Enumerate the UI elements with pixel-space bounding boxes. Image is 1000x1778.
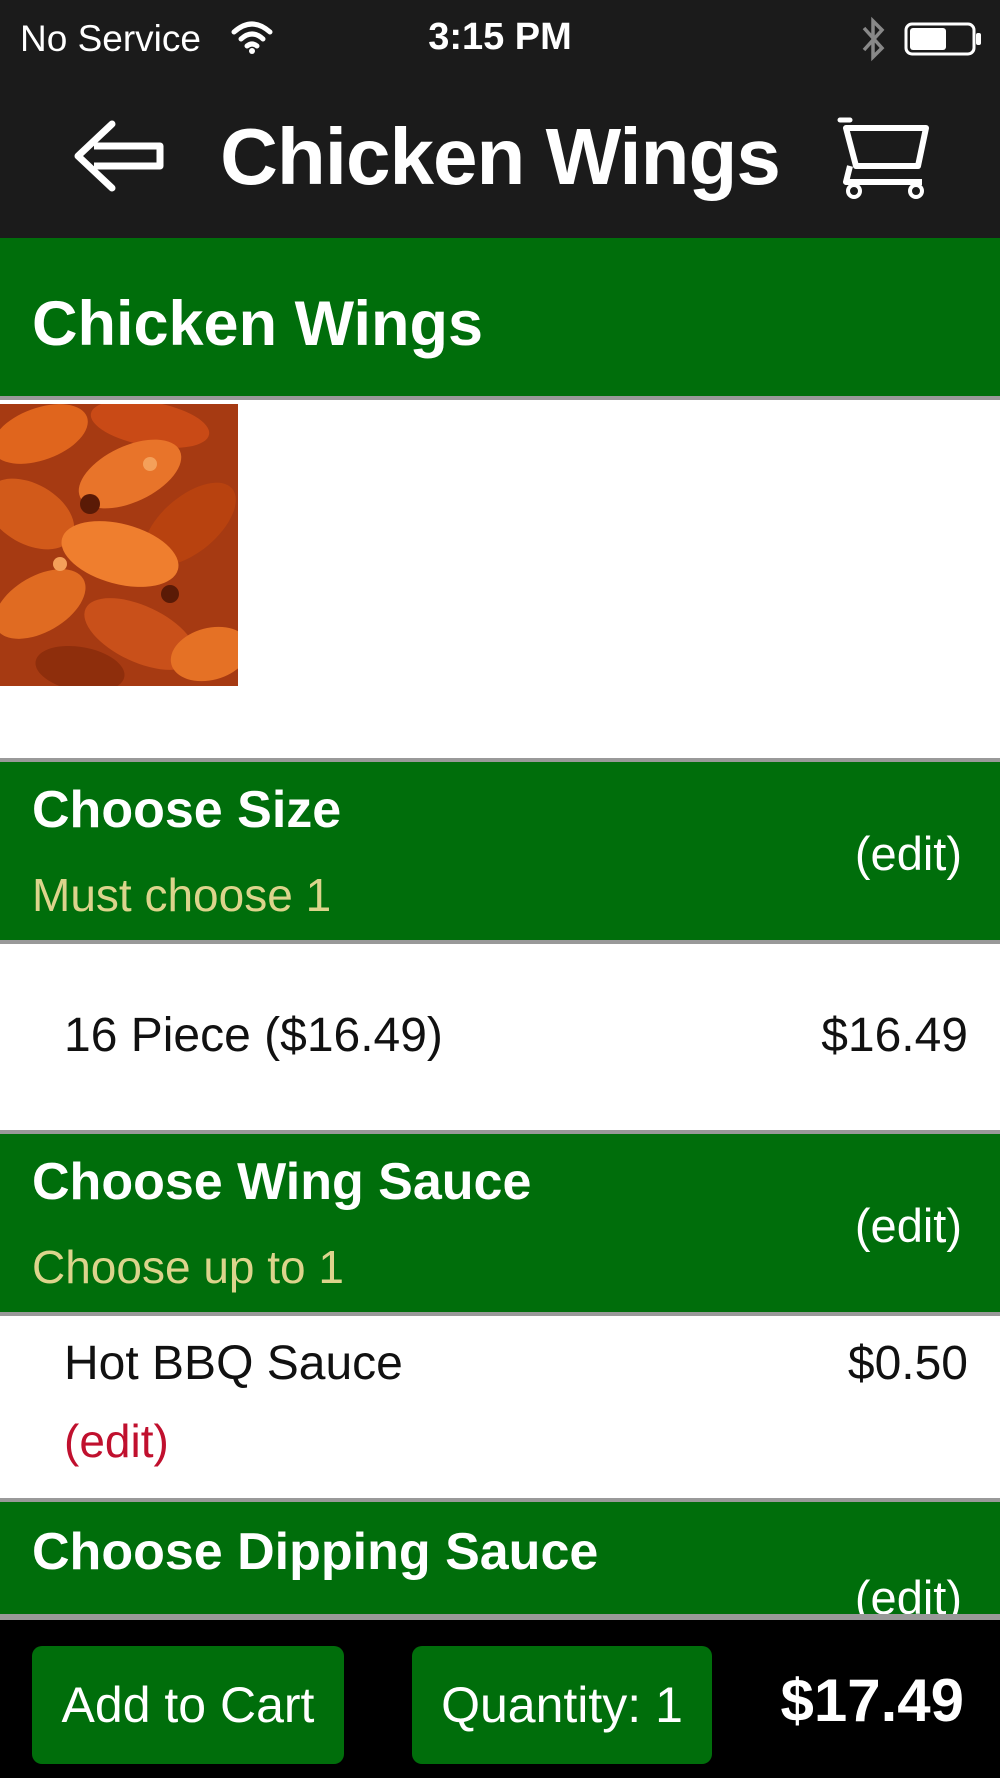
section-title: Choose Dipping Sauce bbox=[32, 1523, 599, 1581]
add-to-cart-button[interactable]: Add to Cart bbox=[32, 1646, 344, 1764]
option-name: Hot BBQ Sauce bbox=[64, 1337, 403, 1390]
bluetooth-icon bbox=[862, 16, 885, 62]
section-title: Choose Size bbox=[32, 781, 342, 839]
section-title: Choose Wing Sauce bbox=[32, 1153, 532, 1211]
cart-icon[interactable] bbox=[836, 114, 932, 200]
battery-icon bbox=[904, 22, 981, 56]
quantity-button[interactable]: Quantity: 1 bbox=[412, 1646, 712, 1764]
item-photo-area bbox=[0, 400, 1000, 758]
status-bar: No Service 3:15 PM bbox=[0, 0, 1000, 78]
total-price: $17.49 bbox=[780, 1667, 964, 1734]
item-name: Chicken Wings bbox=[32, 289, 483, 359]
wing-sauce-selection-row: Hot BBQ Sauce $0.50 (edit) bbox=[0, 1316, 1000, 1498]
nav-bar: Chicken Wings bbox=[0, 78, 1000, 238]
edit-size-link[interactable]: (edit) bbox=[855, 826, 962, 881]
option-price: $16.49 bbox=[821, 1009, 968, 1062]
section-choose-dipping-sauce: Choose Dipping Sauce (edit) bbox=[0, 1502, 1000, 1624]
section-subtitle: Choose up to 1 bbox=[32, 1241, 345, 1293]
edit-option-link[interactable]: (edit) bbox=[64, 1414, 169, 1468]
bottom-bar: Add to Cart Quantity: 1 $17.49 bbox=[0, 1620, 1000, 1778]
option-name: 16 Piece ($16.49) bbox=[64, 1009, 443, 1062]
option-price: $0.50 bbox=[847, 1337, 968, 1390]
section-choose-size: Choose Size Must choose 1 (edit) bbox=[0, 762, 1000, 940]
edit-wing-sauce-link[interactable]: (edit) bbox=[855, 1198, 962, 1253]
item-header: Chicken Wings bbox=[0, 238, 1000, 396]
status-time: 3:15 PM bbox=[428, 16, 572, 58]
chicken-wings-photo bbox=[0, 404, 238, 686]
size-selection-row: 16 Piece ($16.49) $16.49 bbox=[0, 944, 1000, 1130]
section-subtitle: Must choose 1 bbox=[32, 869, 332, 921]
section-choose-wing-sauce: Choose Wing Sauce Choose up to 1 (edit) bbox=[0, 1134, 1000, 1312]
